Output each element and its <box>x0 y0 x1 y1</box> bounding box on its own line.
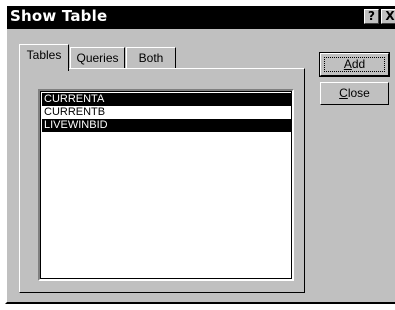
tab-both-label: Both <box>138 51 164 65</box>
add-button[interactable]: Add <box>319 52 390 77</box>
tab-tables[interactable]: Tables <box>19 44 69 71</box>
list-item-livewinbid[interactable]: LIVEWINBID <box>42 119 292 132</box>
show-table-dialog: Show Table ? X Tables Queries Both CURRE… <box>5 4 395 304</box>
list-item-label: CURRENTB <box>44 106 106 118</box>
list-item-currenta[interactable]: CURRENTA <box>42 93 292 106</box>
tab-tables-label: Tables <box>26 48 62 62</box>
close-icon: X <box>385 9 395 23</box>
list-item-label: CURRENTA <box>44 93 105 105</box>
list-item-currentb[interactable]: CURRENTB <box>42 106 292 119</box>
help-button[interactable]: ? <box>364 9 379 24</box>
title-bar[interactable]: Show Table ? X <box>7 6 395 29</box>
focus-rectangle <box>324 57 385 72</box>
close-label-rest: lose <box>347 86 370 100</box>
list-item-label: LIVEWINBID <box>44 119 108 131</box>
tab-queries[interactable]: Queries <box>70 47 125 69</box>
close-mnemonic: C <box>339 86 348 100</box>
tables-tab-panel: CURRENTA CURRENTB LIVEWINBID <box>19 68 305 293</box>
help-icon: ? <box>368 9 375 23</box>
window-title: Show Table <box>10 7 108 25</box>
tab-queries-label: Queries <box>76 51 119 65</box>
tables-listbox[interactable]: CURRENTA CURRENTB LIVEWINBID <box>38 89 294 281</box>
close-button[interactable]: Close <box>320 82 389 105</box>
tab-both[interactable]: Both <box>126 47 176 69</box>
close-window-button[interactable]: X <box>381 9 395 24</box>
